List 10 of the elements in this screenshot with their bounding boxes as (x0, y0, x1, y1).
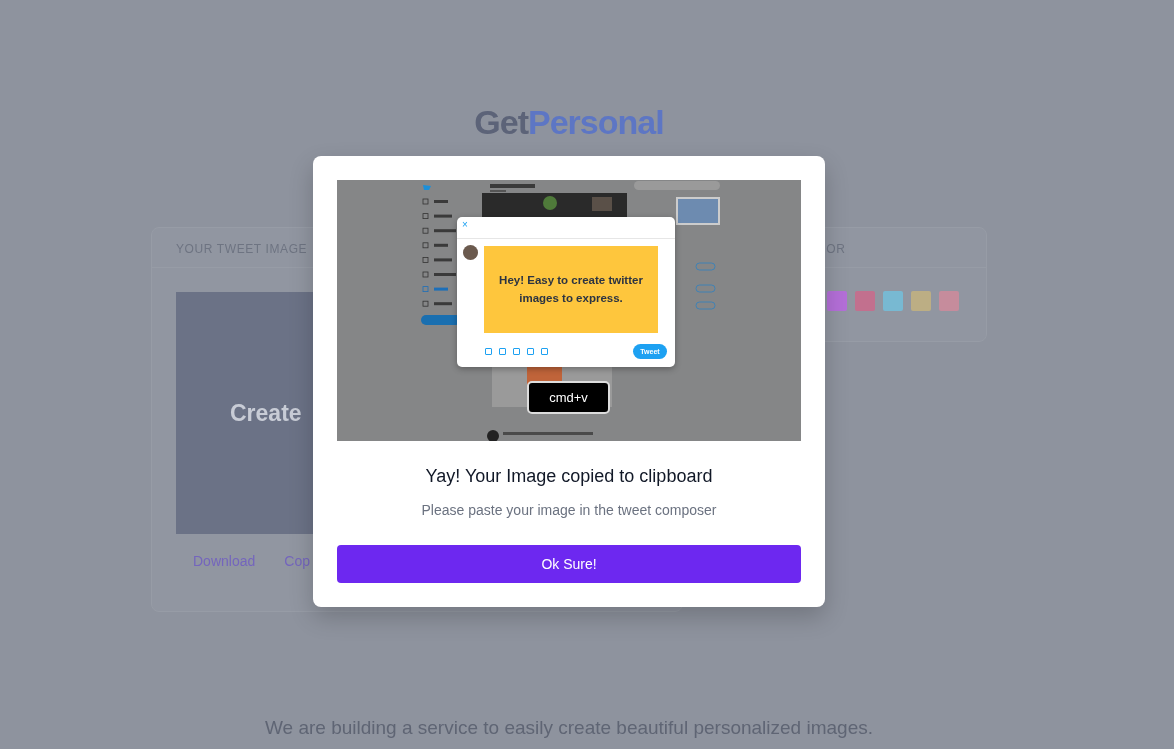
color-swatch[interactable] (911, 291, 932, 312)
color-swatch[interactable] (883, 291, 904, 312)
avatar (463, 245, 478, 260)
color-swatch[interactable] (827, 291, 848, 312)
color-swatch[interactable] (939, 291, 960, 312)
close-button[interactable]: × (462, 220, 468, 230)
color-swatch[interactable] (855, 291, 876, 312)
shortcut-key: cmd+v (527, 381, 610, 414)
tweet-image: Hey! Easy to create twitter images to express. (484, 246, 658, 333)
ok-button[interactable]: Ok Sure! (337, 545, 801, 583)
